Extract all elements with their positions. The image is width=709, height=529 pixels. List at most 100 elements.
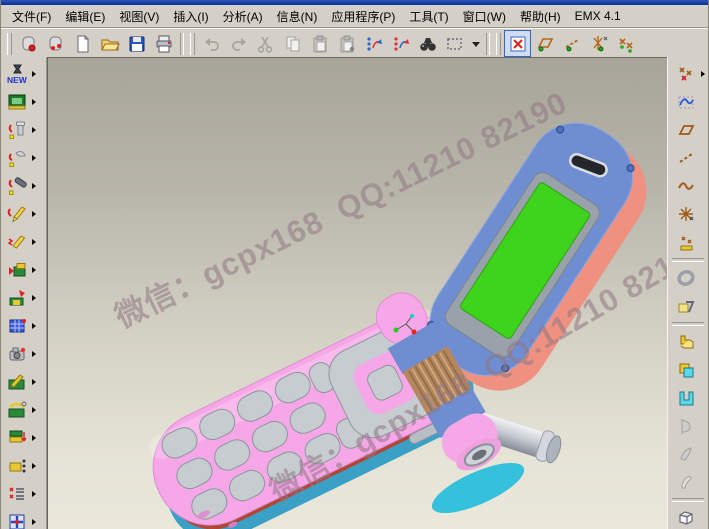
mw-moldbase-icon [6,91,28,113]
flyout-arrow-icon[interactable] [32,463,36,469]
mw-layout-button[interactable] [1,508,46,529]
open-file-button[interactable] [96,30,123,57]
mw-bom-icon [6,483,28,505]
mw-pocket-button[interactable] [1,312,46,340]
snap-face-icon [534,33,556,55]
snap-point-button[interactable] [612,30,639,57]
mw-bom-button[interactable] [1,480,46,508]
mw-new-project-button[interactable]: NEW [1,60,46,88]
new-file-button[interactable] [69,30,96,57]
mw-runner-button[interactable] [1,228,46,256]
cut-icon [255,33,277,55]
undo-button [198,30,225,57]
flyout-arrow-icon[interactable] [32,211,36,217]
mw-plates-button[interactable] [1,424,46,452]
menu-file[interactable]: 文件(F) [5,5,58,28]
flyout-arrow-icon[interactable] [32,267,36,273]
menu-help[interactable]: 帮助(H) [513,5,568,28]
point-button[interactable] [668,200,708,228]
graphics-viewport[interactable]: 微信：gcpx168 QQ:11210 82190 微信：gcpx168 QQ:… [47,57,667,529]
cut-button [252,30,279,57]
flyout-arrow-icon[interactable] [32,351,36,357]
menu-edit[interactable]: 编辑(E) [58,5,112,28]
point-on-face-button[interactable] [668,228,708,256]
studio-spline-button[interactable] [668,172,708,200]
flyout-arrow-icon[interactable] [32,519,36,525]
mouse-select-button[interactable] [15,30,42,57]
snap-face-button[interactable] [531,30,558,57]
print-button[interactable] [150,30,177,57]
flyout-arrow-icon[interactable] [32,155,36,161]
flyout-arrow-icon[interactable] [32,323,36,329]
mw-insert-button[interactable] [1,256,46,284]
update-display-button[interactable] [360,30,387,57]
menu-view[interactable]: 视图(V) [112,5,166,28]
mw-trim-button[interactable] [1,368,46,396]
snap-disable-button[interactable] [504,30,531,57]
flyout-arrow-icon[interactable] [32,379,36,385]
rectangle-button[interactable] [668,116,708,144]
mouse-gesture-button[interactable] [42,30,69,57]
snap-midpoint-button[interactable] [558,30,585,57]
spline-button[interactable] [668,88,708,116]
revolve-icon [675,415,697,437]
mw-camera-icon [6,343,28,365]
flyout-arrow-icon[interactable] [32,295,36,301]
flyout-arrow-icon[interactable] [701,71,705,77]
flyout-arrow-icon[interactable] [32,435,36,441]
mw-moldbase-button[interactable] [1,88,46,116]
menu-information[interactable]: 信息(N) [270,5,325,28]
dropdown-arrow-button[interactable] [468,30,483,57]
dropdown-arrow-icon [466,33,486,55]
find-button[interactable] [414,30,441,57]
menu-tools[interactable]: 工具(T) [402,5,455,28]
block-button[interactable] [668,504,708,529]
mw-screw-button[interactable] [1,172,46,200]
flyout-arrow-icon[interactable] [32,99,36,105]
sketch-button[interactable] [668,292,708,320]
mw-new-project-icon: NEW [6,63,28,85]
menu-emx-version[interactable]: EMX 4.1 [568,6,628,26]
mw-workpiece-button[interactable] [1,452,46,480]
torus-button[interactable] [668,264,708,292]
snap-intersection-button[interactable] [585,30,612,57]
menu-application[interactable]: 应用程序(P) [324,5,402,28]
cavity-button[interactable] [668,384,708,412]
svg-text:NEW: NEW [7,75,28,85]
mw-gate-button[interactable] [1,200,46,228]
boolean-button[interactable] [668,356,708,384]
flyout-arrow-icon[interactable] [32,239,36,245]
menu-analysis[interactable]: 分析(A) [216,5,270,28]
flyout-arrow-icon[interactable] [32,183,36,189]
flyout-arrow-icon[interactable] [32,407,36,413]
redo-button [225,30,252,57]
print-icon [153,33,175,55]
toolbar-grip[interactable] [7,33,12,55]
flyout-arrow-icon[interactable] [32,71,36,77]
mw-standard-part-button[interactable] [1,116,46,144]
mw-ejector-button[interactable] [1,284,46,312]
mw-workpiece-icon [6,455,28,477]
paste-special-button [333,30,360,57]
open-file-icon [99,33,121,55]
menu-insert[interactable]: 插入(I) [166,5,215,28]
toolbar-separator [180,33,184,55]
extrude-icon [675,331,697,353]
regenerate-button[interactable] [387,30,414,57]
selection-marquee-button[interactable] [441,30,468,57]
mw-spring-hook-button[interactable] [1,144,46,172]
mw-camera-button[interactable] [1,340,46,368]
mw-plates-icon [6,427,28,449]
point-set-button[interactable] [668,60,708,88]
flyout-arrow-icon[interactable] [32,491,36,497]
mw-parting-button[interactable] [1,396,46,424]
toolbar-grip[interactable] [496,33,501,55]
mw-screw-icon [6,175,28,197]
toolbar-grip[interactable] [190,33,195,55]
save-button[interactable] [123,30,150,57]
extrude-button[interactable] [668,328,708,356]
line-button[interactable] [668,144,708,172]
mw-runner-icon [6,231,28,253]
menu-window[interactable]: 窗口(W) [456,5,513,28]
flyout-arrow-icon[interactable] [32,127,36,133]
